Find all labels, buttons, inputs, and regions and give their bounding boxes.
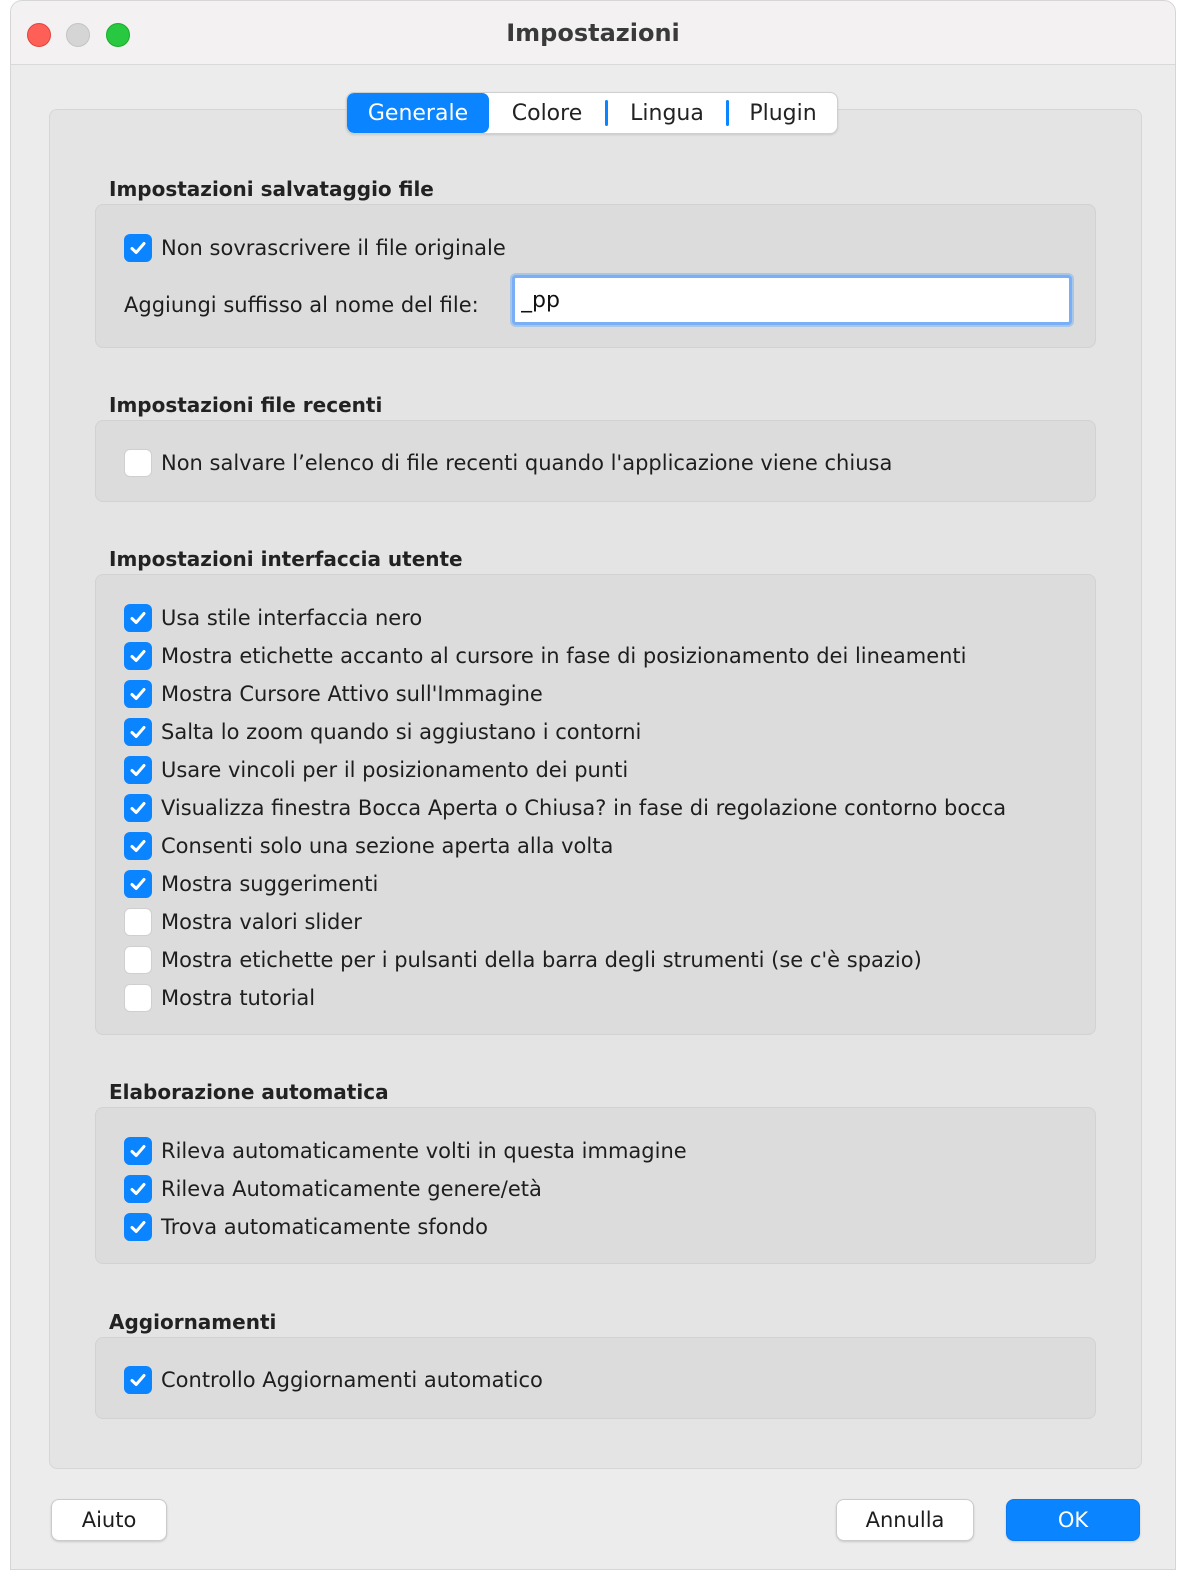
section-heading-ui: Impostazioni interfaccia utente (109, 547, 463, 571)
checkbox-checked[interactable] (124, 1213, 152, 1241)
checkbox-label: Consenti solo una sezione aperta alla vo… (161, 834, 614, 858)
checkbox-unchecked[interactable] (124, 908, 152, 936)
checkbox-row-ui[interactable]: Consenti solo una sezione aperta alla vo… (124, 830, 613, 862)
checkbox-unchecked[interactable] (124, 984, 152, 1012)
checkbox-label: Mostra etichette per i pulsanti della ba… (161, 948, 922, 972)
tab-generale[interactable]: Generale (347, 93, 489, 133)
checkbox-checked[interactable] (124, 1175, 152, 1203)
section-heading-file-save: Impostazioni salvataggio file (109, 177, 434, 201)
ui-settings-group: Usa stile interfaccia nero Mostra etiche… (95, 574, 1096, 1035)
checkbox-label: Rileva automaticamente volti in questa i… (161, 1139, 687, 1163)
checkbox-label: Usare vincoli per il posizionamento dei … (161, 758, 629, 782)
suffix-label: Aggiungi suffisso al nome del file: (124, 293, 479, 317)
checkbox-label: Trova automaticamente sfondo (161, 1215, 488, 1239)
checkbox-row-updates[interactable]: Controllo Aggiornamenti automatico (124, 1364, 543, 1396)
cancel-button[interactable]: Annulla (836, 1499, 974, 1541)
tab-lingua[interactable]: Lingua (608, 93, 726, 133)
checkbox-row-ui[interactable]: Visualizza finestra Bocca Aperta o Chius… (124, 792, 1006, 824)
checkbox-row-ui[interactable]: Usare vincoli per il posizionamento dei … (124, 754, 628, 786)
checkbox-checked[interactable] (124, 756, 152, 784)
checkbox-row-auto[interactable]: Rileva Automaticamente genere/età (124, 1173, 542, 1205)
checkbox-row-no-overwrite[interactable]: Non sovrascrivere il file originale (124, 232, 506, 264)
checkbox-checked[interactable] (124, 234, 152, 262)
checkbox-row-ui[interactable]: Salta lo zoom quando si aggiustano i con… (124, 716, 641, 748)
checkbox-label: Mostra suggerimenti (161, 872, 379, 896)
checkbox-row-ui[interactable]: Mostra tutorial (124, 982, 315, 1014)
title-bar: Impostazioni (11, 1, 1175, 65)
checkbox-row-recent-files[interactable]: Non salvare l’elenco di file recenti qua… (124, 447, 892, 479)
checkbox-label: Controllo Aggiornamenti automatico (161, 1368, 543, 1392)
checkbox-row-auto[interactable]: Rileva automaticamente volti in questa i… (124, 1135, 687, 1167)
checkbox-unchecked[interactable] (124, 946, 152, 974)
checkbox-label: Non salvare l’elenco di file recenti qua… (161, 451, 893, 475)
checkbox-checked[interactable] (124, 832, 152, 860)
tab-colore[interactable]: Colore (489, 93, 605, 133)
checkbox-checked[interactable] (124, 1137, 152, 1165)
window-title: Impostazioni (506, 19, 680, 47)
recent-files-group: Non salvare l’elenco di file recenti qua… (95, 420, 1096, 502)
ok-button[interactable]: OK (1006, 1499, 1140, 1541)
section-heading-recent-files: Impostazioni file recenti (109, 393, 383, 417)
checkbox-label: Non sovrascrivere il file originale (161, 236, 506, 260)
checkbox-unchecked[interactable] (124, 449, 152, 477)
updates-group: Controllo Aggiornamenti automatico (95, 1337, 1096, 1419)
checkbox-label: Usa stile interfaccia nero (161, 606, 423, 630)
section-heading-auto-processing: Elaborazione automatica (109, 1080, 389, 1104)
checkbox-row-ui[interactable]: Usa stile interfaccia nero (124, 602, 422, 634)
tab-plugin[interactable]: Plugin (729, 93, 837, 133)
checkbox-label: Mostra Cursore Attivo sull'Immagine (161, 682, 543, 706)
checkbox-row-auto[interactable]: Trova automaticamente sfondo (124, 1211, 488, 1243)
checkbox-row-ui[interactable]: Mostra suggerimenti (124, 868, 378, 900)
checkbox-label: Mostra tutorial (161, 986, 316, 1010)
checkbox-checked[interactable] (124, 604, 152, 632)
checkbox-label: Mostra etichette accanto al cursore in f… (161, 644, 967, 668)
checkbox-checked[interactable] (124, 680, 152, 708)
section-heading-updates: Aggiornamenti (109, 1310, 277, 1334)
suffix-input[interactable] (512, 275, 1072, 325)
checkbox-checked[interactable] (124, 1366, 152, 1394)
checkbox-checked[interactable] (124, 718, 152, 746)
checkbox-row-ui[interactable]: Mostra Cursore Attivo sull'Immagine (124, 678, 543, 710)
preferences-window: Impostazioni Generale Colore Lingua Plug… (10, 0, 1176, 1570)
checkbox-row-ui[interactable]: Mostra etichette accanto al cursore in f… (124, 640, 967, 672)
checkbox-checked[interactable] (124, 642, 152, 670)
checkbox-label: Visualizza finestra Bocca Aperta o Chius… (161, 796, 1007, 820)
checkbox-checked[interactable] (124, 870, 152, 898)
auto-processing-group: Rileva automaticamente volti in questa i… (95, 1107, 1096, 1264)
checkbox-checked[interactable] (124, 794, 152, 822)
checkbox-label: Mostra valori slider (161, 910, 362, 934)
checkbox-row-ui[interactable]: Mostra valori slider (124, 906, 362, 938)
checkbox-row-ui[interactable]: Mostra etichette per i pulsanti della ba… (124, 944, 922, 976)
tab-bar: Generale Colore Lingua Plugin (346, 92, 838, 134)
checkbox-label: Salta lo zoom quando si aggiustano i con… (161, 720, 642, 744)
file-save-group: Non sovrascrivere il file originale Aggi… (95, 204, 1096, 348)
help-button[interactable]: Aiuto (51, 1499, 167, 1541)
checkbox-label: Rileva Automaticamente genere/età (161, 1177, 542, 1201)
